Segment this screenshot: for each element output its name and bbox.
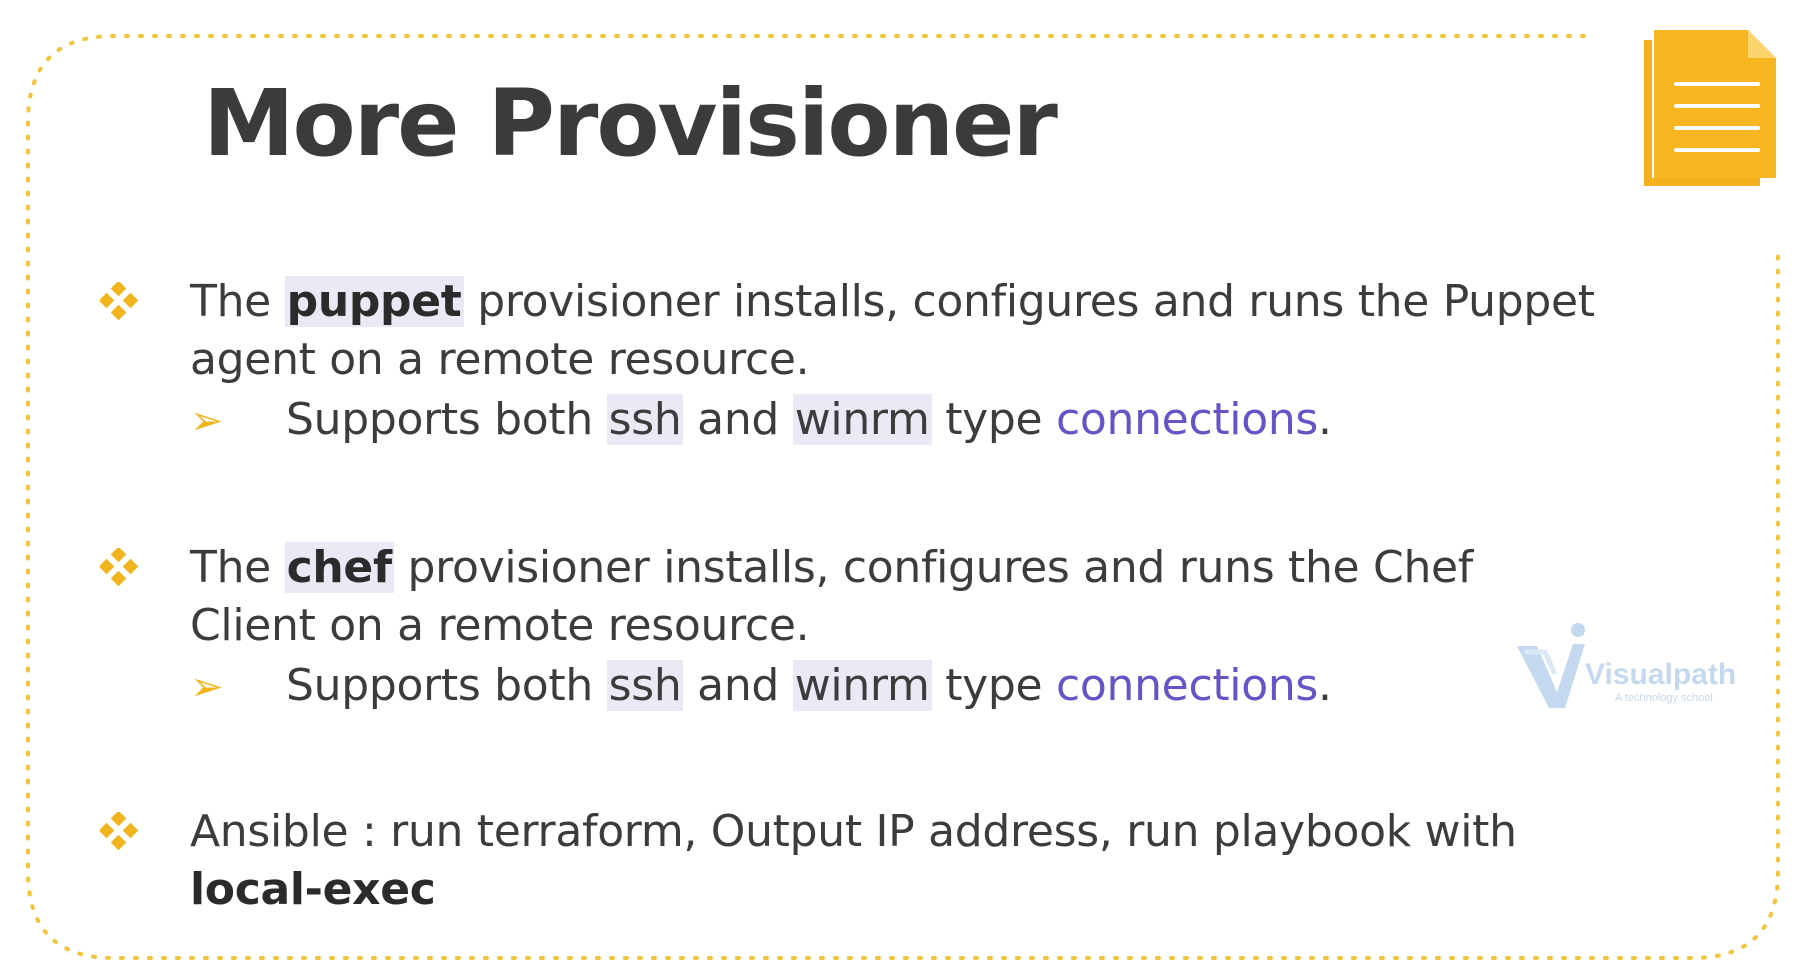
watermark-tagline: A technology school — [1615, 692, 1713, 704]
bullet-text: Ansible : run terraform, Output IP addre… — [190, 803, 1630, 919]
sub-pre: Supports both — [286, 394, 607, 445]
connections-link[interactable]: connections — [1056, 660, 1318, 711]
slide-title: More Provisioner — [203, 70, 1058, 177]
sub-end: . — [1318, 660, 1332, 711]
text-pre: The — [190, 542, 285, 593]
bullet-text: The chef provisioner installs, configure… — [190, 539, 1630, 655]
text-line2: agent on a remote resource. — [190, 334, 810, 385]
arrow-bullet-icon: ➢ — [190, 398, 224, 444]
keyword-winrm: winrm — [792, 394, 932, 445]
text-rest: provisioner installs, configures and run… — [463, 276, 1595, 327]
visualpath-watermark: Visualpath A technology school — [1515, 622, 1740, 712]
text-pre: The — [190, 276, 285, 327]
sub-pre: Supports both — [286, 660, 607, 711]
text-rest: provisioner installs, configures and run… — [393, 542, 1474, 593]
sub-type: type — [931, 394, 1056, 445]
keyword-ssh: ssh — [606, 660, 684, 711]
diamond-bullet-icon — [100, 812, 138, 850]
diamond-bullet-icon — [100, 548, 138, 586]
sub-end: . — [1318, 394, 1332, 445]
connections-link[interactable]: connections — [1056, 394, 1318, 445]
keyword-chef: chef — [284, 542, 394, 593]
sub-and: and — [683, 394, 793, 445]
diamond-bullet-icon — [100, 282, 138, 320]
bullet-text: The puppet provisioner installs, configu… — [190, 273, 1630, 389]
keyword-puppet: puppet — [284, 276, 464, 327]
keyword-winrm: winrm — [792, 660, 932, 711]
arrow-bullet-icon: ➢ — [190, 664, 224, 710]
document-icon — [1644, 30, 1776, 186]
sub-bullet: ➢ Supports both ssh and winrm type connec… — [190, 657, 1332, 716]
text-line1: Ansible : run terraform, Output IP addre… — [190, 806, 1517, 857]
keyword-local-exec: local-exec — [190, 864, 436, 915]
visualpath-logo-icon — [1517, 623, 1585, 708]
sub-and: and — [683, 660, 793, 711]
sub-type: type — [931, 660, 1056, 711]
sub-bullet: ➢ Supports both ssh and winrm type connec… — [190, 391, 1332, 450]
text-line2: Client on a remote resource. — [190, 600, 810, 651]
keyword-ssh: ssh — [606, 394, 684, 445]
watermark-brand: Visualpath — [1585, 658, 1737, 691]
